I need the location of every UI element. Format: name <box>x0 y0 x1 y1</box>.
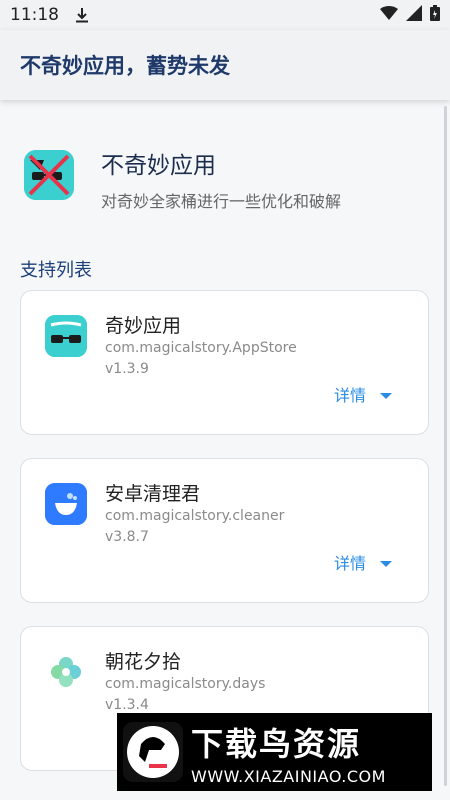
flower-icon <box>45 651 87 693</box>
download-icon <box>75 7 89 23</box>
section-title-support-list: 支持列表 <box>20 260 92 281</box>
app-version: v1.3.4 <box>105 697 149 713</box>
app-card-magic[interactable]: 奇妙应用 com.magicalstory.AppStore v1.3.9 详情 <box>20 290 429 435</box>
details-toggle[interactable]: 详情 <box>334 550 392 574</box>
bird-logo-icon <box>123 722 183 782</box>
app-version: v1.3.9 <box>105 361 149 377</box>
chevron-down-icon <box>380 393 392 399</box>
app-bar: 不奇妙应用，蓄势未发 <box>0 30 450 100</box>
app-title: 安卓清理君 <box>105 483 201 505</box>
watermark-url: WWW.XIAZAINIAO.COM <box>191 766 386 786</box>
app-card-cleaner[interactable]: 安卓清理君 com.magicalstory.cleaner v3.8.7 详情 <box>20 458 429 603</box>
chevron-down-icon <box>380 561 392 567</box>
signal-icon <box>406 4 422 26</box>
watermark-title: 下载鸟资源 <box>191 724 362 763</box>
magic-glasses-icon <box>45 315 87 357</box>
app-bar-title: 不奇妙应用，蓄势未发 <box>20 54 230 78</box>
app-title: 奇妙应用 <box>105 315 182 337</box>
battery-icon <box>430 4 440 26</box>
app-package: com.magicalstory.AppStore <box>105 340 297 356</box>
app-hero: 不奇妙应用 对奇妙全家桶进行一些优化和破解 <box>24 150 341 212</box>
wifi-icon <box>380 5 398 25</box>
watermark-overlay: 下载鸟资源 WWW.XIAZAINIAO.COM <box>117 713 432 791</box>
details-toggle[interactable]: 详情 <box>334 382 392 406</box>
status-icons <box>380 4 440 26</box>
app-title: 朝花夕拾 <box>105 651 182 673</box>
cleaner-icon <box>45 483 87 525</box>
app-description: 对奇妙全家桶进行一些优化和破解 <box>101 192 342 211</box>
app-package: com.magicalstory.days <box>105 676 266 692</box>
status-bar: 11:18 <box>0 0 450 30</box>
app-logo-icon <box>24 150 74 200</box>
status-time: 11:18 <box>10 5 59 25</box>
details-label: 详情 <box>333 386 366 405</box>
app-version: v3.8.7 <box>105 529 149 545</box>
scrollbar[interactable] <box>444 106 447 786</box>
app-name: 不奇妙应用 <box>101 153 216 179</box>
details-label: 详情 <box>333 554 366 573</box>
app-package: com.magicalstory.cleaner <box>105 508 285 524</box>
